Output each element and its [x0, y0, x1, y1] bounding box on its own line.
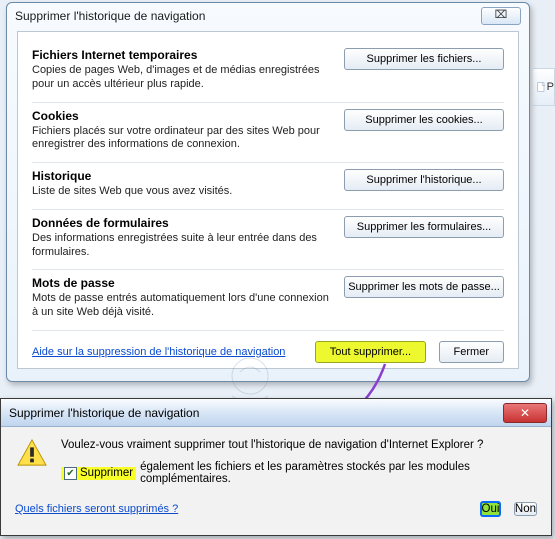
dialog2-title: Supprimer l'historique de navigation	[9, 406, 199, 420]
yes-button[interactable]: Oui	[480, 501, 502, 517]
delete-forms-button[interactable]: Supprimer les formulaires...	[344, 216, 504, 238]
delete-history-dialog: Supprimer l'historique de navigation ⌧ F…	[6, 2, 530, 382]
section-desc: Fichiers placés sur votre ordinateur par…	[32, 125, 332, 153]
section-desc: Copies de pages Web, d'images et de médi…	[32, 64, 332, 92]
dialog2-body: Voulez-vous vraiment supprimer tout l'hi…	[1, 427, 551, 493]
section-desc: Liste de sites Web que vous avez visités…	[32, 185, 332, 199]
dialog1-close-button[interactable]: ⌧	[481, 7, 521, 25]
dialog2-actions: Oui Non	[472, 499, 537, 519]
addons-checkbox[interactable]: ✔	[64, 467, 77, 480]
section-desc: Mots de passe entrés automatiquement lor…	[32, 292, 332, 320]
no-button[interactable]: Non	[514, 502, 537, 516]
warning-icon	[17, 439, 47, 467]
which-files-link[interactable]: Quels fichiers seront supprimés ?	[15, 503, 178, 515]
delete-passwords-button[interactable]: Supprimer les mots de passe...	[344, 276, 504, 298]
close-button[interactable]: Fermer	[439, 341, 504, 363]
dialog1-actions: Tout supprimer... Fermer	[307, 341, 504, 363]
addons-checkbox-span[interactable]: ✔ Supprimer	[61, 467, 136, 480]
side-toolbar-fragment[interactable]: P	[533, 68, 555, 106]
dialog2-bottom-row: Quels fichiers seront supprimés ? Oui No…	[1, 493, 551, 529]
confirm-delete-dialog: Supprimer l'historique de navigation ✕ V…	[0, 398, 552, 536]
section-history: Historique Liste de sites Web que vous a…	[32, 163, 504, 210]
section-desc: Des informations enregistrées suite à le…	[32, 232, 332, 260]
delete-files-button[interactable]: Supprimer les fichiers...	[344, 48, 504, 70]
dialog2-titlebar[interactable]: Supprimer l'historique de navigation ✕	[1, 399, 551, 427]
page-icon	[536, 80, 547, 94]
addons-tail-text: également les fichiers et les paramètres…	[140, 461, 537, 485]
dialog1-titlebar[interactable]: Supprimer l'historique de navigation ⌧	[7, 3, 529, 29]
side-label: P	[547, 81, 554, 93]
dialog1-title: Supprimer l'historique de navigation	[15, 9, 205, 23]
section-cookies: Cookies Fichiers placés sur votre ordina…	[32, 103, 504, 164]
delete-all-button[interactable]: Tout supprimer...	[315, 341, 426, 363]
delete-cookies-button[interactable]: Supprimer les cookies...	[344, 109, 504, 131]
addons-checkbox-label: Supprimer	[80, 467, 133, 479]
dialog2-close-button[interactable]: ✕	[503, 403, 547, 423]
confirm-question: Voulez-vous vraiment supprimer tout l'hi…	[61, 439, 537, 451]
addons-row: ✔ Supprimer également les fichiers et le…	[61, 461, 537, 485]
section-forms: Données de formulaires Des informations …	[32, 210, 504, 271]
section-passwords: Mots de passe Mots de passe entrés autom…	[32, 270, 504, 331]
dialog1-panel: Fichiers Internet temporaires Copies de …	[17, 31, 519, 369]
section-temp-files: Fichiers Internet temporaires Copies de …	[32, 42, 504, 103]
delete-history-button[interactable]: Supprimer l'historique...	[344, 169, 504, 191]
